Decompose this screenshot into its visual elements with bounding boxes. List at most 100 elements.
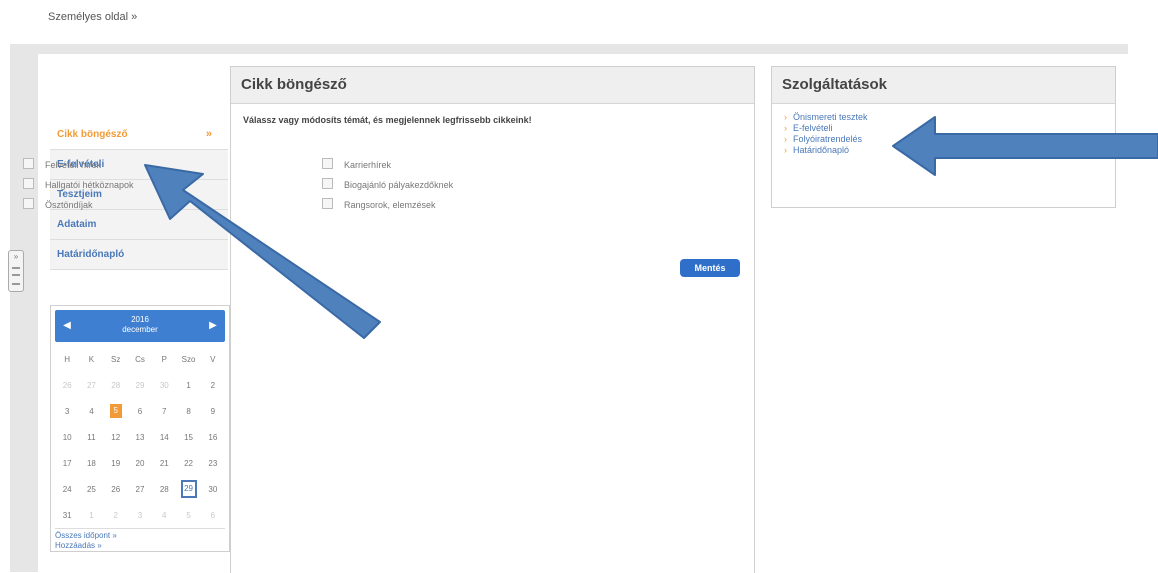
calendar-day[interactable]: 18 [79,450,103,476]
calendar-day[interactable]: 28 [152,476,176,502]
calendar-day[interactable]: 8 [176,398,200,424]
topic-option[interactable]: Biogajánló pályakezdőknek [322,178,453,190]
services-panel: Szolgáltatások Önismereti tesztek E-felv… [771,66,1116,208]
calendar-day[interactable]: 3 [55,398,79,424]
article-browser-title: Cikk böngésző [231,67,754,104]
sidebar-item-cikk-bongeszo[interactable]: Cikk böngésző » [50,120,228,150]
calendar-day[interactable]: 22 [176,450,200,476]
article-browser-intro: Válassz vagy módosíts témát, és megjelen… [243,115,532,125]
topic-option[interactable]: Ösztöndíjak [23,198,93,210]
weekday-label: Sz [111,354,121,364]
calendar-prev-button[interactable]: ◀ [59,318,75,334]
sidebar-item-adataim[interactable]: Adataim [50,210,228,240]
topic-option[interactable]: Karrierhírek [322,158,391,170]
personal-page-link[interactable]: Személyes oldal » [48,11,137,23]
calendar-day[interactable]: 3 [128,502,152,528]
calendar-day[interactable]: 27 [128,476,152,502]
calendar-day[interactable]: 26 [104,476,128,502]
calendar-day[interactable]: 6 [201,502,225,528]
calendar-day[interactable]: 20 [128,450,152,476]
triangle-left-icon: ◀ [63,320,71,331]
add-event-link[interactable]: Hozzáadás » [55,541,225,551]
calendar-day[interactable]: 6 [128,398,152,424]
calendar-month: december [122,325,158,334]
checkbox[interactable] [23,158,34,169]
sidebar-item-hataridonaplo[interactable]: Határidőnapló [50,240,228,270]
all-events-link[interactable]: Összes időpont » [55,531,225,541]
calendar-day[interactable]: 21 [152,450,176,476]
calendar-day[interactable]: 9 [201,398,225,424]
topic-option[interactable]: Hallgatói hétköznapok [23,178,134,190]
topic-label: Karrierhírek [344,160,392,170]
sidebar-nav: Cikk böngésző » E-felvételi Tesztjeim Ad… [50,120,228,270]
checkbox[interactable] [322,178,333,189]
checkbox[interactable] [322,198,333,209]
calendar-day[interactable]: 12 [104,424,128,450]
service-link[interactable]: Önismereti tesztek [784,112,1115,123]
sidebar-item-label: Adataim [57,219,97,230]
service-link[interactable]: Folyóiratrendelés [784,134,1115,145]
calendar-day[interactable]: 30 [152,372,176,398]
calendar-grid: H K Sz Cs P Szo V 26 27 28 29 30 1 2 3 4 [55,346,225,528]
sidebar-item-label: Határidőnapló [57,249,125,260]
service-link[interactable]: E-felvételi [784,123,1115,134]
calendar-day[interactable]: 2 [104,502,128,528]
left-gutter [10,54,38,572]
calendar-next-button[interactable]: ▶ [205,318,221,334]
services-list: Önismereti tesztek E-felvételi Folyóirat… [784,112,1115,156]
checkbox[interactable] [23,178,34,189]
menu-icon [12,267,20,285]
calendar-day[interactable]: 27 [79,372,103,398]
weekday-label: K [88,354,95,364]
sidebar-toggle-button[interactable]: » [8,250,24,292]
calendar-day[interactable]: 25 [79,476,103,502]
calendar-day[interactable]: 28 [104,372,128,398]
calendar-day[interactable]: 24 [55,476,79,502]
calendar-day[interactable]: 4 [79,398,103,424]
sidebar-item-label: Cikk böngésző [57,129,128,140]
calendar-day[interactable]: 10 [55,424,79,450]
calendar-day[interactable]: 14 [152,424,176,450]
calendar-day[interactable]: 30 [201,476,225,502]
top-divider-bar [10,44,1128,54]
calendar-day[interactable]: 26 [55,372,79,398]
calendar-day[interactable]: 7 [152,398,176,424]
calendar-day[interactable]: 1 [176,372,200,398]
checkbox[interactable] [23,198,34,209]
save-button[interactable]: Mentés [680,259,740,277]
services-title: Szolgáltatások [772,67,1115,104]
selected-marker: 29 [180,480,197,498]
topic-option[interactable]: Felvételi hírek [23,158,101,170]
calendar-day[interactable]: 17 [55,450,79,476]
calendar-day-selected[interactable]: 29 [176,476,200,502]
calendar-widget: ◀ 2016 december ▶ H K Sz Cs P Szo V 26 2… [50,305,230,552]
weekday-label: H [64,354,71,364]
topic-label: Biogajánló pályakezdőknek [344,180,454,190]
calendar-day[interactable]: 15 [176,424,200,450]
topic-option[interactable]: Rangsorok, elemzések [322,198,436,210]
calendar-day[interactable]: 5 [176,502,200,528]
calendar-day[interactable]: 23 [201,450,225,476]
calendar-day[interactable]: 31 [55,502,79,528]
calendar-day[interactable]: 4 [152,502,176,528]
calendar-day[interactable]: 11 [79,424,103,450]
chevron-right-icon: » [205,128,212,140]
calendar-day[interactable]: 19 [104,450,128,476]
expand-icon: » [13,252,19,261]
calendar-day[interactable]: 13 [128,424,152,450]
checkbox[interactable] [322,158,333,169]
calendar-day[interactable]: 1 [79,502,103,528]
calendar-day[interactable]: 2 [201,372,225,398]
weekday-label: Cs [135,354,145,364]
calendar-year: 2016 [131,315,149,324]
weekday-label: P [161,354,167,364]
article-browser-panel: Cikk böngésző Válassz vagy módosíts témá… [230,66,755,573]
calendar-day-today[interactable]: 5 [104,398,128,424]
service-link[interactable]: Határidőnapló [784,145,1115,156]
topic-label: Ösztöndíjak [45,200,93,210]
calendar-day[interactable]: 29 [128,372,152,398]
calendar-header: ◀ 2016 december ▶ [55,310,225,342]
calendar-title: 2016 december [85,315,195,335]
calendar-day[interactable]: 16 [201,424,225,450]
weekday-label: Szo [181,354,196,364]
